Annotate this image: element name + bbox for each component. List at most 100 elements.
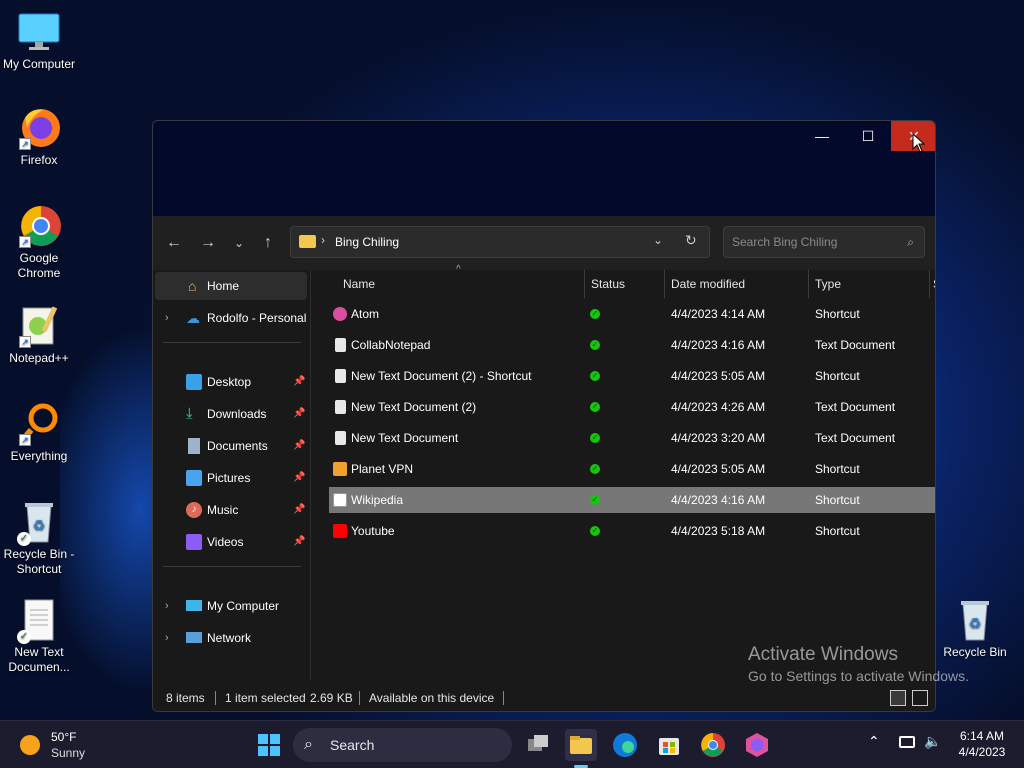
network-status-icon[interactable]: [899, 736, 915, 748]
address-dropdown-icon[interactable]: ⌄: [653, 233, 663, 247]
desktop-icon-recycle-bin-shortcut[interactable]: ♻ ✓ Recycle Bin - Shortcut: [1, 500, 77, 577]
breadcrumb-current[interactable]: Bing Chiling: [335, 235, 399, 249]
folder-icon: [299, 235, 316, 248]
status-bar: 8 items 1 item selected 2.69 KB Availabl…: [153, 685, 935, 711]
expand-chevron-icon[interactable]: ›: [165, 592, 169, 620]
details-view-icon[interactable]: [890, 690, 906, 706]
file-type: Shortcut: [815, 524, 860, 538]
desktop-icon-my-computer[interactable]: My Computer: [1, 10, 77, 72]
clock[interactable]: 6:14 AM 4/4/2023: [950, 729, 1014, 759]
availability-status: Available on this device: [369, 691, 495, 705]
pin-icon[interactable]: 📌: [293, 432, 305, 460]
pin-icon[interactable]: 📌: [293, 368, 305, 396]
file-name: Planet VPN: [351, 462, 414, 476]
status-divider: [359, 691, 360, 705]
file-type: Text Document: [815, 431, 896, 445]
edge-icon[interactable]: [609, 729, 641, 761]
file-row[interactable]: Wikipedia ✓ 4/4/2023 4:16 AM Shortcut: [329, 487, 935, 513]
file-row[interactable]: CollabNotepad ✓ 4/4/2023 4:16 AM Text Docum…: [329, 332, 935, 358]
nav-item-onedrive[interactable]: › ☁ Rodolfo - Personal: [153, 304, 309, 332]
selection-size: 2.69 KB: [310, 691, 353, 705]
download-icon: ⤓: [186, 405, 193, 422]
chrome-icon: ↗: [17, 204, 61, 248]
start-button[interactable]: [253, 729, 285, 761]
file-row[interactable]: Atom ✓ 4/4/2023 4:14 AM Shortcut: [329, 301, 935, 327]
recycle-bin-icon: ♻ ✓: [17, 500, 61, 546]
title-bar[interactable]: — ☐ ✕: [153, 121, 935, 216]
maximize-button[interactable]: ☐: [845, 121, 891, 151]
column-header-size[interactable]: S: [933, 270, 935, 298]
task-view-icon[interactable]: [522, 729, 554, 761]
pin-icon[interactable]: 📌: [293, 464, 305, 492]
youtube-icon: [333, 524, 347, 538]
forward-arrow-icon[interactable]: →: [195, 230, 221, 256]
taskbar-search[interactable]: ⌕ Search: [293, 728, 512, 762]
file-row[interactable]: New Text Document (2) ✓ 4/4/2023 4:26 AM Te…: [329, 394, 935, 420]
column-header-type[interactable]: Type: [815, 270, 841, 298]
activation-watermark: Activate Windows Go to Settings to activ…: [748, 644, 969, 684]
file-date-modified: 4/4/2023 4:16 AM: [671, 338, 766, 352]
sync-status-check-icon: ✓: [590, 402, 600, 412]
desktop-icon-firefox[interactable]: ↗ Firefox: [1, 106, 77, 168]
file-row[interactable]: New Text Document (2) - Shortcut ✓ 4/4/202…: [329, 363, 935, 389]
notepadpp-icon: ↗: [17, 304, 61, 348]
desktop-icon-everything[interactable]: ↗ Everything: [1, 402, 77, 464]
shortcut-arrow-icon: ↗: [19, 434, 31, 446]
nav-item-desktop[interactable]: Desktop 📌: [153, 368, 309, 396]
desktop-icon-new-text-document[interactable]: ✓ New Text Documen...: [1, 598, 77, 675]
search-icon: ⌕: [304, 736, 313, 753]
volume-icon[interactable]: 🔈: [924, 733, 941, 750]
desktop-icon-notepadpp[interactable]: ↗ Notepad++: [1, 304, 77, 366]
expand-chevron-icon[interactable]: ›: [165, 304, 169, 332]
column-divider[interactable]: [929, 270, 930, 298]
refresh-icon[interactable]: ↻: [685, 232, 697, 249]
nav-item-my-computer[interactable]: › My Computer: [153, 592, 309, 620]
show-hidden-icons-chevron-icon[interactable]: ⌃: [868, 733, 880, 750]
search-icon: ⌕: [907, 235, 914, 249]
weather-temperature: 50°F: [51, 730, 77, 744]
file-date-modified: 4/4/2023 5:18 AM: [671, 524, 766, 538]
nav-item-downloads[interactable]: ⤓ Downloads 📌: [153, 400, 309, 428]
nav-item-pictures[interactable]: Pictures 📌: [153, 464, 309, 492]
nav-item-videos[interactable]: Videos 📌: [153, 528, 309, 556]
tiles-view-icon[interactable]: [912, 690, 928, 706]
clock-time: 6:14 AM: [959, 729, 1005, 743]
address-bar[interactable]: › Bing Chiling ⌄ ↻: [290, 226, 710, 258]
nav-item-home[interactable]: ⌂ Home: [155, 272, 307, 300]
column-divider[interactable]: [584, 270, 585, 298]
pin-icon[interactable]: 📌: [293, 496, 305, 524]
pin-icon[interactable]: 📌: [293, 528, 305, 556]
recent-chevron-icon[interactable]: ⌄: [226, 230, 252, 256]
column-header-status[interactable]: Status: [591, 270, 625, 298]
desktop-icon-chrome[interactable]: ↗ Google Chrome: [1, 204, 77, 281]
search-input[interactable]: Search Bing Chiling ⌕: [723, 226, 925, 258]
item-count: 8 items: [166, 691, 205, 705]
sync-status-check-icon: ✓: [590, 371, 600, 381]
chrome-icon[interactable]: [697, 729, 729, 761]
file-row[interactable]: Planet VPN ✓ 4/4/2023 5:05 AM Shortcut: [329, 456, 935, 482]
nav-item-documents[interactable]: Documents 📌: [153, 432, 309, 460]
column-divider[interactable]: [808, 270, 809, 298]
column-header-date-modified[interactable]: Date modified: [671, 270, 745, 298]
text-file-icon: [335, 369, 346, 383]
column-divider[interactable]: [664, 270, 665, 298]
column-header-name[interactable]: Name: [343, 270, 375, 298]
file-type: Text Document: [815, 338, 896, 352]
sun-icon: [20, 735, 40, 755]
atom-icon[interactable]: [741, 729, 773, 761]
file-row[interactable]: New Text Document ✓ 4/4/2023 3:20 AM Text D…: [329, 425, 935, 451]
nav-item-music[interactable]: ♪ Music 📌: [153, 496, 309, 524]
back-arrow-icon[interactable]: ←: [161, 230, 187, 256]
expand-chevron-icon[interactable]: ›: [165, 624, 169, 652]
nav-item-network[interactable]: › Network: [153, 624, 309, 652]
minimize-button[interactable]: —: [799, 121, 845, 151]
file-explorer-taskbar-icon[interactable]: [565, 729, 597, 761]
activation-title: Activate Windows: [748, 644, 898, 665]
up-arrow-icon[interactable]: ↑: [255, 230, 281, 256]
weather-widget[interactable]: 50°F Sunny: [20, 729, 130, 761]
pin-icon[interactable]: 📌: [293, 400, 305, 428]
store-icon[interactable]: [653, 729, 685, 761]
file-row[interactable]: Youtube ✓ 4/4/2023 5:18 AM Shortcut: [329, 518, 935, 544]
search-placeholder: Search Bing Chiling: [732, 235, 838, 249]
file-name: Atom: [351, 307, 380, 321]
